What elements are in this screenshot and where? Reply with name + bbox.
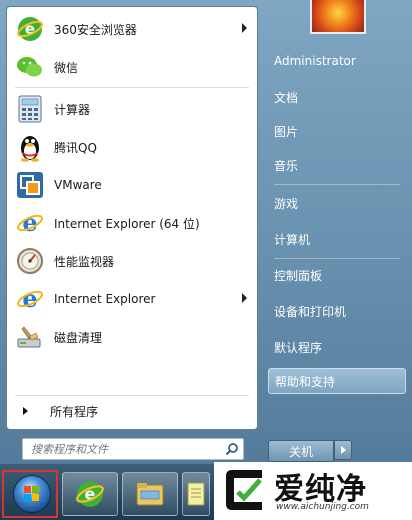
all-programs-button[interactable]: 所有程序 xyxy=(11,399,253,423)
360-browser-icon: e xyxy=(15,14,45,44)
shutdown-options-button[interactable] xyxy=(334,440,352,460)
right-item-label: 文档 xyxy=(274,90,299,105)
right-item-label: 游戏 xyxy=(274,196,299,211)
watermark: 爱纯净 www.aichunjing.com xyxy=(214,462,412,520)
svg-text:e: e xyxy=(22,285,37,313)
folder-icon xyxy=(136,483,164,506)
internet-explorer-icon: e xyxy=(15,208,45,238)
right-item-games[interactable]: 游戏 xyxy=(268,190,406,216)
program-label: 计算器 xyxy=(54,102,91,117)
performance-monitor-icon xyxy=(15,246,45,276)
program-item-disk-cleanup[interactable]: 磁盘清理 xyxy=(11,319,253,355)
right-item-label: 默认程序 xyxy=(274,340,323,355)
search-icon[interactable] xyxy=(225,442,239,456)
program-item-internet-explorer-64[interactable]: e Internet Explorer (64 位) xyxy=(11,205,253,241)
right-item-label: 设备和打印机 xyxy=(274,304,347,319)
right-links-panel: Administrator 文档 图片 音乐 游戏 计算机 控制面板 设备和打印… xyxy=(262,0,412,464)
program-item-360-browser[interactable]: e 360安全浏览器 xyxy=(11,11,253,47)
program-label: 磁盘清理 xyxy=(54,330,103,345)
program-separator xyxy=(15,87,249,88)
internet-explorer-icon: e xyxy=(15,284,45,314)
program-item-qq[interactable]: 腾讯QQ xyxy=(11,129,253,165)
right-item-label: 控制面板 xyxy=(274,268,323,283)
program-label: 腾讯QQ xyxy=(54,140,97,155)
svg-text:e: e xyxy=(22,209,37,237)
right-item-computer[interactable]: 计算机 xyxy=(268,226,406,252)
document-icon xyxy=(187,482,205,506)
user-name-link[interactable]: Administrator xyxy=(268,48,406,74)
brand-logo-icon xyxy=(226,470,262,510)
right-separator xyxy=(274,258,400,259)
shutdown-label: 关机 xyxy=(288,444,313,459)
right-item-label: 音乐 xyxy=(274,158,299,173)
taskbar-360-browser[interactable]: e xyxy=(62,472,118,516)
search-box[interactable] xyxy=(22,438,244,460)
right-item-label: 图片 xyxy=(274,124,299,139)
right-item-documents[interactable]: 文档 xyxy=(268,84,406,110)
start-button-highlight[interactable] xyxy=(2,470,58,518)
right-item-default-programs[interactable]: 默认程序 xyxy=(268,334,406,360)
taskbar-file-explorer[interactable] xyxy=(122,472,178,516)
right-item-control-panel[interactable]: 控制面板 xyxy=(268,262,406,288)
program-label: 360安全浏览器 xyxy=(54,22,137,37)
taskbar-notepad[interactable] xyxy=(182,472,210,516)
right-item-music[interactable]: 音乐 xyxy=(268,152,406,178)
search-input[interactable] xyxy=(29,441,223,457)
start-menu: e 360安全浏览器 微信 计算器 腾讯QQ VMware e Internet… xyxy=(0,0,412,464)
program-label: VMware xyxy=(54,178,102,192)
calculator-icon xyxy=(15,94,45,124)
user-avatar[interactable] xyxy=(310,0,366,34)
disk-cleanup-icon xyxy=(15,322,45,352)
wechat-icon xyxy=(15,52,45,82)
program-separator xyxy=(15,395,249,396)
program-list-panel: e 360安全浏览器 微信 计算器 腾讯QQ VMware e Internet… xyxy=(6,6,258,430)
program-item-performance-monitor[interactable]: 性能监视器 xyxy=(11,243,253,279)
windows-start-orb-icon[interactable] xyxy=(14,476,50,512)
all-programs-label: 所有程序 xyxy=(50,404,99,419)
program-label: Internet Explorer (64 位) xyxy=(54,216,200,231)
program-item-wechat[interactable]: 微信 xyxy=(11,49,253,85)
right-item-label: 帮助和支持 xyxy=(275,374,336,389)
right-separator xyxy=(274,184,400,185)
shutdown-button[interactable]: 关机 xyxy=(268,440,334,462)
360-browser-icon: e xyxy=(76,481,104,507)
program-label: 性能监视器 xyxy=(54,254,115,269)
qq-penguin-icon xyxy=(15,132,45,162)
submenu-arrow-icon xyxy=(242,293,247,303)
right-item-pictures[interactable]: 图片 xyxy=(268,118,406,144)
program-item-calculator[interactable]: 计算器 xyxy=(11,91,253,127)
program-item-vmware[interactable]: VMware xyxy=(11,167,253,203)
program-item-internet-explorer[interactable]: e Internet Explorer xyxy=(11,281,253,317)
watermark-url: www.aichunjing.com xyxy=(276,502,369,512)
right-item-help-support[interactable]: 帮助和支持 xyxy=(268,368,406,394)
right-item-devices-printers[interactable]: 设备和打印机 xyxy=(268,298,406,324)
program-label: 微信 xyxy=(54,60,79,75)
arrow-right-icon xyxy=(23,407,28,415)
program-label: Internet Explorer xyxy=(54,292,156,306)
submenu-arrow-icon xyxy=(242,23,247,33)
vmware-icon xyxy=(15,170,45,200)
user-name: Administrator xyxy=(274,54,356,68)
right-item-label: 计算机 xyxy=(274,232,311,247)
